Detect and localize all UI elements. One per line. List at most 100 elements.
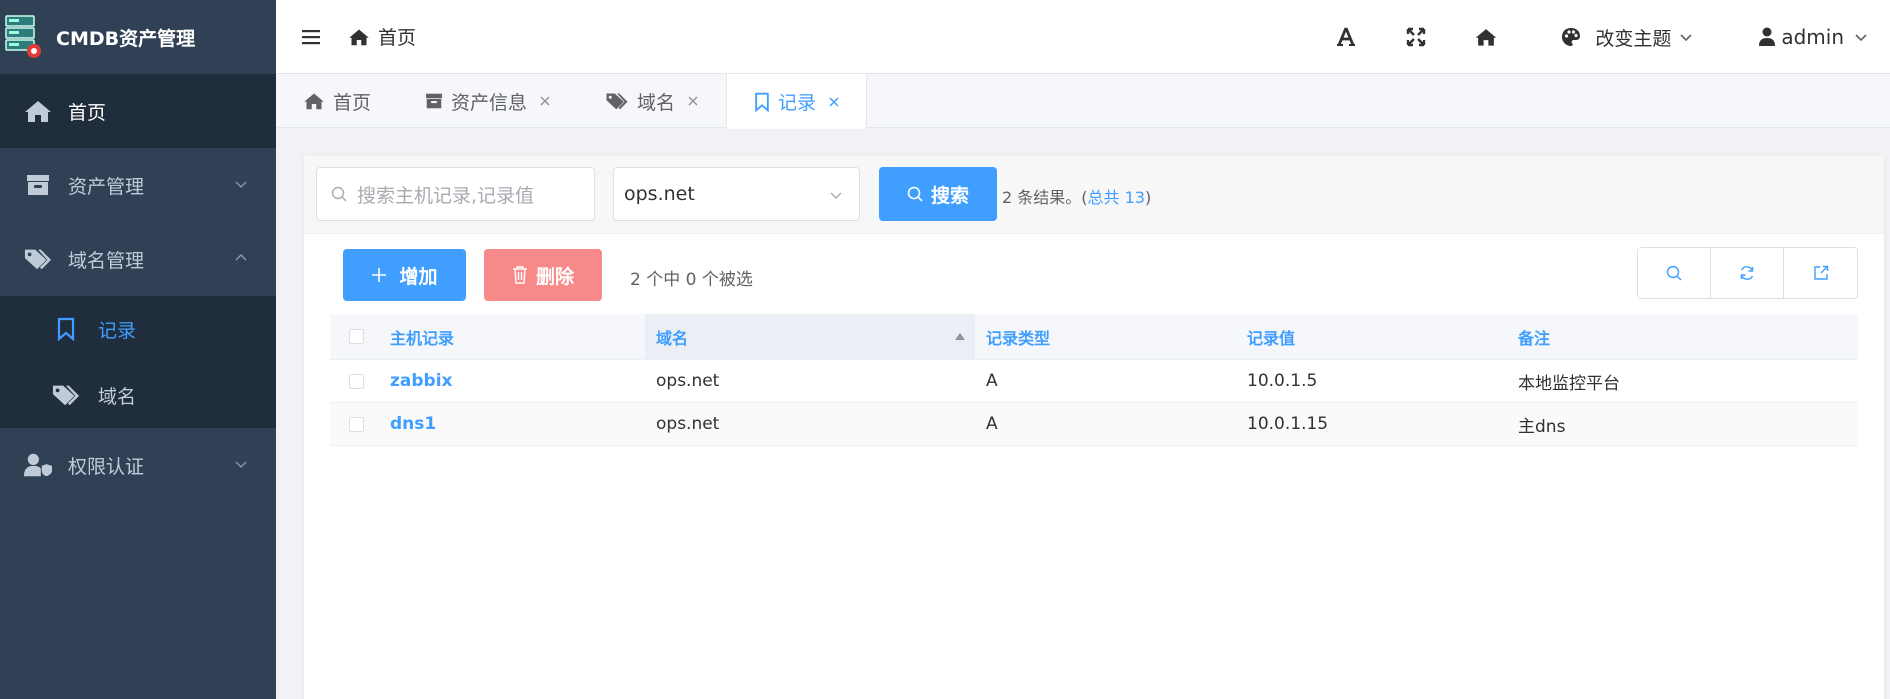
delete-button[interactable]: 删除 — [484, 249, 602, 301]
sidebar-item-records[interactable]: 记录 — [0, 296, 276, 362]
table-tools — [1637, 247, 1858, 299]
type-cell: A — [986, 414, 998, 434]
domain-select[interactable]: ops.net — [613, 167, 860, 221]
fullscreen-icon[interactable] — [1401, 27, 1431, 47]
add-button[interactable]: 增加 — [343, 249, 466, 301]
domain-submenu: 记录 域名 — [0, 296, 276, 428]
domain-cell: ops.net — [656, 414, 720, 434]
search-icon — [1666, 265, 1682, 281]
result-suffix: ) — [1144, 188, 1152, 207]
chevron-down-icon — [1679, 32, 1693, 42]
user-shield-icon — [24, 451, 52, 479]
tab-domain[interactable]: 域名 — [578, 74, 726, 128]
column-header-note[interactable]: 备注 — [1507, 325, 1858, 349]
home-icon — [24, 97, 52, 125]
plus-icon — [372, 268, 387, 282]
column-header-label: 域名 — [656, 328, 689, 348]
header-actions: 改变主题 admin — [1331, 0, 1890, 74]
sidebar-item-auth[interactable]: 权限认证 — [0, 428, 276, 502]
export-button[interactable] — [1784, 248, 1857, 298]
table-row: dns1 ops.net A 10.0.1.15 主dns — [330, 403, 1858, 446]
records-table: 主机记录 域名 记录类型 记录值 备注 zabbix ops.net A 10.… — [330, 314, 1858, 446]
select-all-checkbox[interactable] — [348, 329, 364, 344]
home-icon — [304, 93, 324, 110]
note-cell: 本地监控平台 — [1518, 373, 1620, 394]
bookmark-icon — [52, 315, 80, 343]
domain-select-value: ops.net — [624, 183, 695, 205]
top-header: 首页 改变主题 admin — [276, 0, 1890, 74]
column-header-host[interactable]: 主机记录 — [382, 325, 645, 349]
sidebar-item-domains[interactable]: 域名 — [0, 362, 276, 428]
theme-switcher[interactable]: 改变主题 — [1561, 24, 1693, 51]
export-icon — [1813, 265, 1828, 280]
search-bar: 搜索主机记录,记录值 ops.net 搜索 2 条结果。(总共 13) — [304, 156, 1884, 234]
user-menu[interactable]: admin — [1759, 25, 1868, 49]
close-icon[interactable] — [828, 96, 840, 108]
user-icon — [1759, 27, 1776, 47]
sidebar-item-domain-management[interactable]: 域名管理 — [0, 222, 276, 296]
sidebar-item-assets[interactable]: 资产管理 — [0, 148, 276, 222]
row-select-cell — [330, 373, 382, 389]
toggle-search-button[interactable] — [1638, 248, 1711, 298]
refresh-icon — [1740, 266, 1754, 280]
font-size-icon[interactable] — [1331, 27, 1361, 47]
column-header-domain[interactable]: 域名 — [645, 314, 975, 359]
type-cell: A — [986, 371, 998, 391]
value-cell: 10.0.1.5 — [1247, 371, 1318, 391]
value-cell: 10.0.1.15 — [1247, 414, 1329, 434]
app-logo[interactable]: CMDB资产管理 — [0, 0, 276, 74]
note-cell: 主dns — [1518, 416, 1566, 437]
sidebar-item-label: 权限认证 — [68, 455, 145, 478]
archive-icon — [426, 93, 443, 109]
column-header-value[interactable]: 记录值 — [1236, 325, 1507, 349]
tabs-bar: 首页 资产信息 域名 记录 — [276, 74, 1890, 129]
add-button-label: 增加 — [399, 265, 438, 288]
sidebar-item-home[interactable]: 首页 — [0, 74, 276, 148]
sidebar-item-label: 域名 — [98, 385, 137, 408]
server-logo-icon — [4, 14, 42, 60]
search-button-label: 搜索 — [930, 184, 969, 207]
search-button[interactable]: 搜索 — [879, 167, 997, 221]
home-icon — [348, 28, 378, 46]
chevron-down-icon — [234, 459, 248, 469]
search-icon — [331, 186, 347, 202]
app-title: CMDB资产管理 — [56, 27, 196, 50]
archive-icon — [24, 171, 52, 199]
tab-label: 记录 — [778, 92, 817, 114]
result-total-link[interactable]: 总共 13 — [1088, 188, 1145, 207]
home-icon[interactable] — [1471, 27, 1501, 47]
row-checkbox[interactable] — [348, 373, 364, 389]
tab-label: 资产信息 — [451, 91, 528, 114]
tags-icon — [52, 381, 80, 409]
trash-icon — [512, 266, 527, 284]
row-select-cell — [330, 416, 382, 432]
chevron-down-icon — [234, 179, 248, 189]
sidebar-item-label: 域名管理 — [68, 249, 145, 272]
tags-icon — [24, 245, 52, 273]
host-record-link[interactable]: zabbix — [390, 371, 453, 391]
refresh-button[interactable] — [1711, 248, 1784, 298]
tab-records[interactable]: 记录 — [726, 74, 868, 129]
hamburger-menu-icon[interactable] — [302, 29, 320, 45]
breadcrumb[interactable]: 首页 — [348, 23, 416, 50]
tab-asset-info[interactable]: 资产信息 — [398, 74, 578, 128]
result-prefix: 2 条结果。( — [1002, 188, 1088, 207]
sidebar-item-label: 记录 — [98, 319, 137, 342]
selection-count: 2 个中 0 个被选 — [630, 270, 753, 290]
bookmark-icon — [755, 92, 769, 112]
tab-home[interactable]: 首页 — [276, 74, 398, 128]
records-panel: 搜索主机记录,记录值 ops.net 搜索 2 条结果。(总共 13) 增加 删… — [304, 156, 1884, 699]
close-icon[interactable] — [539, 95, 551, 107]
column-header-type[interactable]: 记录类型 — [975, 325, 1236, 349]
chevron-up-icon — [234, 253, 248, 263]
row-checkbox[interactable] — [348, 416, 364, 432]
select-all-cell — [330, 329, 382, 344]
domain-cell: ops.net — [656, 371, 720, 391]
close-icon[interactable] — [687, 95, 699, 107]
sidebar-item-label: 资产管理 — [68, 175, 145, 198]
sort-asc-icon — [955, 333, 965, 340]
search-input[interactable]: 搜索主机记录,记录值 — [316, 167, 595, 221]
chevron-down-icon — [830, 192, 842, 199]
host-record-link[interactable]: dns1 — [390, 414, 436, 434]
search-result-summary: 2 条结果。(总共 13) — [1002, 184, 1151, 208]
